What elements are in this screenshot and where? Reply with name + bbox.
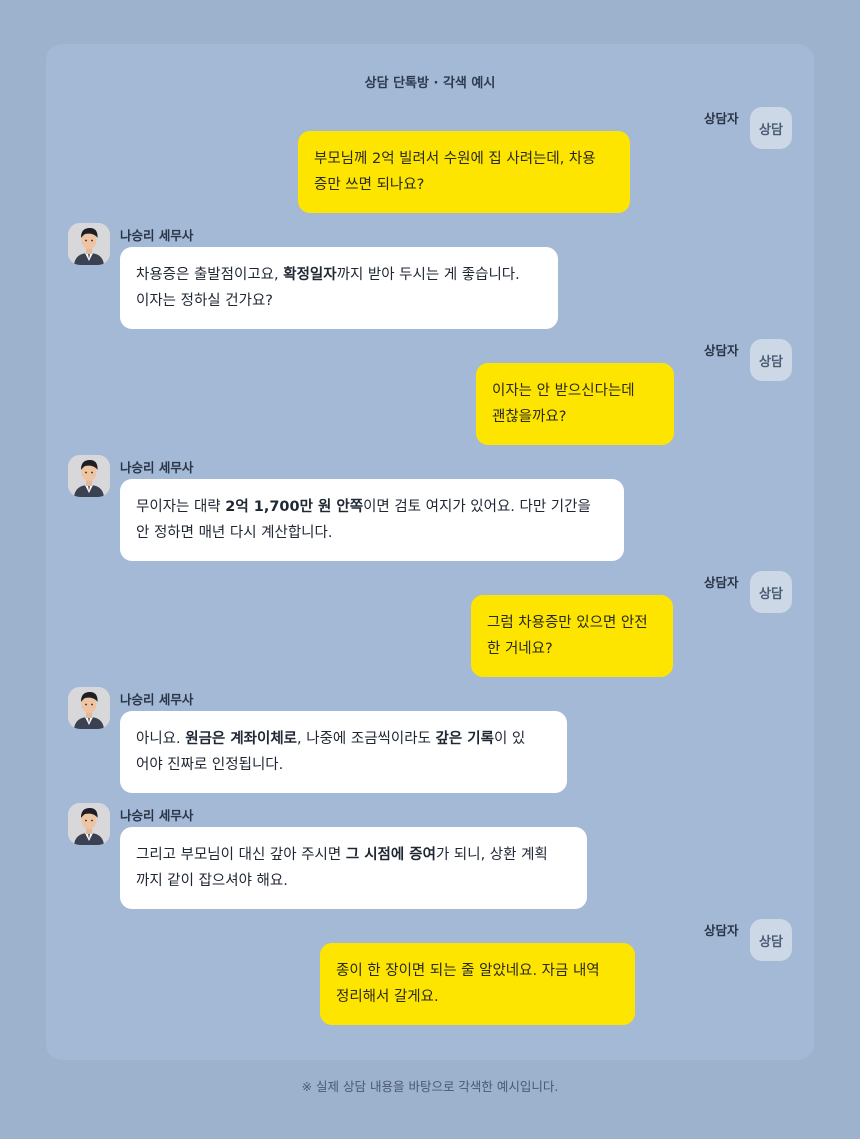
chat-title: 상담 단톡방 · 각색 예시 [364,76,496,91]
message-text: , 나중에 조금씩이라도 [297,731,436,747]
client-badge[interactable]: 상담 [750,919,792,961]
message-line: 한 거네요? [487,636,657,662]
message-bubble-2[interactable]: 차용증은 출발점이고요, 확정일자까지 받아 두시는 게 좋습니다. 이자는 정하… [120,247,558,329]
message-line: 증만 쓰면 되나요? [314,172,614,198]
message-line: 아니요. 원금은 계좌이체로, 나중에 조금씩이라도 갚은 기록이 있 [136,726,551,752]
message-text: 이 있 [493,731,526,747]
message-bubble-6[interactable]: 아니요. 원금은 계좌이체로, 나중에 조금씩이라도 갚은 기록이 있어야 진짜… [120,711,567,793]
message-bubble-4[interactable]: 무이자는 대략 2억 1,700만 원 안쪽이면 검토 여지가 있어요. 다만 … [120,479,624,561]
message-text: 안 정하면 매년 다시 계산합니다. [136,525,333,541]
message-line: 무이자는 대략 2억 1,700만 원 안쪽이면 검토 여지가 있어요. 다만 … [136,494,608,520]
message-emphasis: 원금은 계좌이체로 [185,731,298,747]
message-emphasis: 그 시점에 증여 [345,847,436,863]
message-emphasis: 확정일자 [283,267,337,283]
client-name: 상담자 [704,111,739,126]
message-emphasis: 갚은 기록 [435,731,494,747]
message-text: 어야 진짜로 인정됩니다. [136,757,284,773]
client-badge[interactable]: 상담 [750,339,792,381]
advisor-name: 나승리 세무사 [120,228,194,243]
client-name: 상담자 [704,343,739,358]
advisor-name: 나승리 세무사 [120,460,194,475]
message-text: 그럼 차용증만 있으면 안전 [487,615,648,631]
message-text: 가 되니, 상환 계획 [435,847,548,863]
message-text: 종이 한 장이면 되는 줄 알았네요. 자금 내역 [336,963,600,979]
person-avatar-icon[interactable] [68,687,110,729]
client-badge[interactable]: 상담 [750,571,792,613]
person-avatar-icon[interactable] [68,803,110,845]
message-text: 까지 같이 잡으셔야 해요. [136,873,288,889]
message-text: 아니요. [136,731,186,747]
disclaimer-footnote: ※ 실제 상담 내용을 바탕으로 각색한 예시입니다. [301,1079,559,1094]
message-line: 이자는 정하실 건가요? [136,288,542,314]
message-bubble-7[interactable]: 그리고 부모님이 대신 갚아 주시면 그 시점에 증여가 되니, 상환 계획까지… [120,827,587,909]
advisor-name: 나승리 세무사 [120,808,194,823]
message-line: 그리고 부모님이 대신 갚아 주시면 그 시점에 증여가 되니, 상환 계획 [136,842,571,868]
message-bubble-1[interactable]: 부모님께 2억 빌려서 수원에 집 사려는데, 차용증만 쓰면 되나요? [298,131,630,213]
message-line: 안 정하면 매년 다시 계산합니다. [136,520,608,546]
message-line: 어야 진짜로 인정됩니다. [136,752,551,778]
message-bubble-5[interactable]: 그럼 차용증만 있으면 안전한 거네요? [471,595,673,677]
message-text: 한 거네요? [487,641,553,657]
message-text: 이자는 정하실 건가요? [136,293,273,309]
message-text: 증만 쓰면 되나요? [314,177,425,193]
message-bubble-3[interactable]: 이자는 안 받으신다는데괜찮을까요? [476,363,674,445]
message-line: 그럼 차용증만 있으면 안전 [487,610,657,636]
message-text: 까지 받아 두시는 게 좋습니다. [336,267,520,283]
client-name: 상담자 [704,575,739,590]
client-name: 상담자 [704,923,739,938]
person-avatar-icon[interactable] [68,455,110,497]
message-line: 괜찮을까요? [492,404,658,430]
message-text: 무이자는 대략 [136,499,226,515]
message-line: 이자는 안 받으신다는데 [492,378,658,404]
message-text: 부모님께 2억 빌려서 수원에 집 사려는데, 차용 [314,151,596,167]
message-text: 차용증은 출발점이고요, [136,267,284,283]
message-line: 까지 같이 잡으셔야 해요. [136,868,571,894]
message-text: 이자는 안 받으신다는데 [492,383,635,399]
person-avatar-icon[interactable] [68,223,110,265]
message-text: 그리고 부모님이 대신 갚아 주시면 [136,847,346,863]
message-text: 이면 검토 여지가 있어요. 다만 기간을 [363,499,591,515]
message-line: 차용증은 출발점이고요, 확정일자까지 받아 두시는 게 좋습니다. [136,262,542,288]
message-line: 정리해서 갈게요. [336,984,619,1010]
message-line: 종이 한 장이면 되는 줄 알았네요. 자금 내역 [336,958,619,984]
client-badge[interactable]: 상담 [750,107,792,149]
message-line: 부모님께 2억 빌려서 수원에 집 사려는데, 차용 [314,146,614,172]
message-text: 괜찮을까요? [492,409,567,425]
message-emphasis: 2억 1,700만 원 안쪽 [225,499,364,515]
advisor-name: 나승리 세무사 [120,692,194,707]
message-text: 정리해서 갈게요. [336,989,439,1005]
message-bubble-8[interactable]: 종이 한 장이면 되는 줄 알았네요. 자금 내역정리해서 갈게요. [320,943,635,1025]
